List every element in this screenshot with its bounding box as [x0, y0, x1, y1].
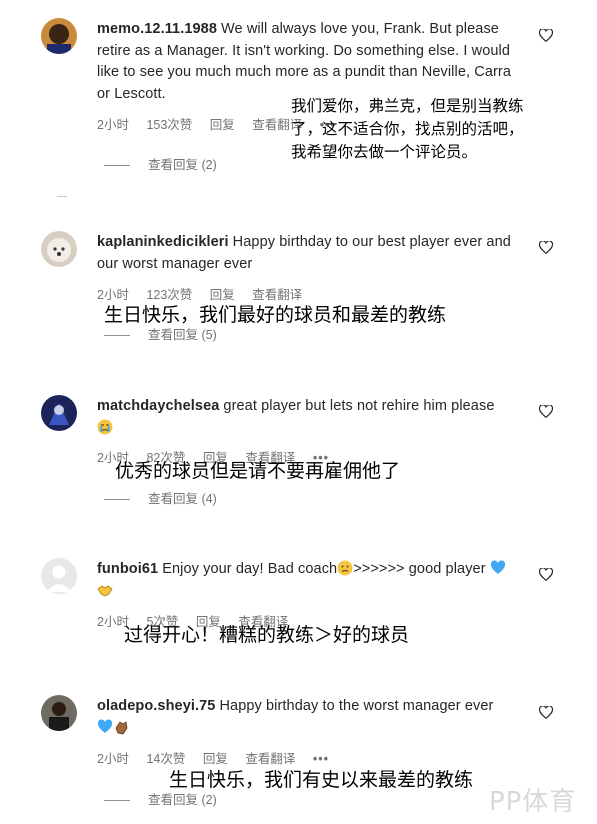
comment-body: Happy birthday to the worst manager ever [219, 698, 494, 714]
username[interactable]: memo.12.11.1988 [97, 21, 217, 37]
view-replies[interactable]: 查看回复 (4) [104, 488, 217, 507]
view-replies[interactable]: 查看回复 (2) [104, 154, 217, 173]
avatar[interactable] [41, 18, 77, 54]
watermark-logo: PP体育 [489, 787, 577, 817]
username[interactable]: funboi61 [97, 561, 158, 577]
translation-overlay: 生日快乐，我们最好的球员和最差的教练 [104, 304, 447, 326]
comment-text: matchdaychelsea great player but lets not… [97, 396, 517, 439]
view-replies-label[interactable]: 查看回复 (4) [148, 492, 217, 506]
comment-text: oladepo.sheyi.75 Happy birthday to the wo… [97, 696, 517, 739]
avatar[interactable] [41, 558, 77, 594]
comment-body: great player but lets not rehire him ple… [223, 398, 495, 414]
timestamp: 2小时 [97, 752, 129, 766]
divider [57, 196, 67, 197]
replies-line [104, 335, 130, 337]
translate-button[interactable]: 查看翻译 [245, 752, 295, 766]
username[interactable]: oladepo.sheyi.75 [97, 698, 215, 714]
like-heart-icon[interactable] [539, 29, 553, 42]
view-replies-label[interactable]: 查看回复 (5) [148, 328, 217, 342]
like-heart-icon[interactable] [539, 241, 553, 254]
reply-button[interactable]: 回复 [210, 118, 235, 132]
like-heart-icon[interactable] [539, 706, 553, 719]
reply-button[interactable]: 回复 [203, 752, 228, 766]
comment-body-continued: >>>>>> good player [353, 561, 486, 577]
clapping-hands-icon [113, 719, 129, 735]
avatar[interactable] [41, 231, 77, 267]
handshake-icon [97, 582, 113, 598]
replies-line [104, 499, 130, 501]
like-heart-icon[interactable] [539, 405, 553, 418]
blue-heart-icon [97, 718, 113, 735]
comment-text: funboi61 Enjoy your day! Bad coach >>>>>> … [97, 559, 517, 602]
view-replies-label[interactable]: 查看回复 (2) [148, 158, 217, 172]
like-count[interactable]: 14次赞 [146, 752, 185, 766]
crying-face-icon [97, 419, 113, 435]
view-replies-label[interactable]: 查看回复 (2) [148, 793, 217, 807]
comment-body: Enjoy your day! Bad coach [162, 561, 338, 577]
replies-line [104, 800, 130, 802]
translation-overlay: 过得开心！糟糕的教练＞好的球员 [124, 624, 410, 646]
blue-heart-icon [490, 560, 506, 576]
username[interactable]: matchdaychelsea [97, 398, 219, 414]
translation-overlay: 生日快乐，我们有史以来最差的教练 [169, 769, 474, 791]
comment-text: memo.12.11.1988 We will always love you, … [97, 19, 517, 105]
timestamp: 2小时 [97, 118, 129, 132]
username[interactable]: kaplaninkedicikleri [97, 234, 229, 250]
overlay-line: 我希望你去做一个评论员。 [291, 143, 478, 161]
replies-line [104, 165, 130, 167]
comment-text: kaplaninkedicikleri Happy birthday to our… [97, 232, 517, 275]
like-heart-icon[interactable] [539, 568, 553, 581]
overlay-line: 了，这不适合你，找点别的活吧， [291, 120, 524, 138]
frowning-face-icon [337, 560, 353, 576]
avatar[interactable] [41, 695, 77, 731]
translation-overlay: 我们爱你，弗兰克，但是别当教练 了，这不适合你，找点别的活吧， 我希望你去做一个… [291, 95, 524, 164]
avatar[interactable] [41, 395, 77, 431]
overlay-line: 我们爱你，弗兰克，但是别当教练 [291, 97, 524, 115]
more-options-icon[interactable]: ••• [313, 752, 329, 766]
translation-overlay: 优秀的球员但是请不要再雇佣他了 [115, 460, 401, 482]
like-count[interactable]: 153次赞 [146, 118, 192, 132]
